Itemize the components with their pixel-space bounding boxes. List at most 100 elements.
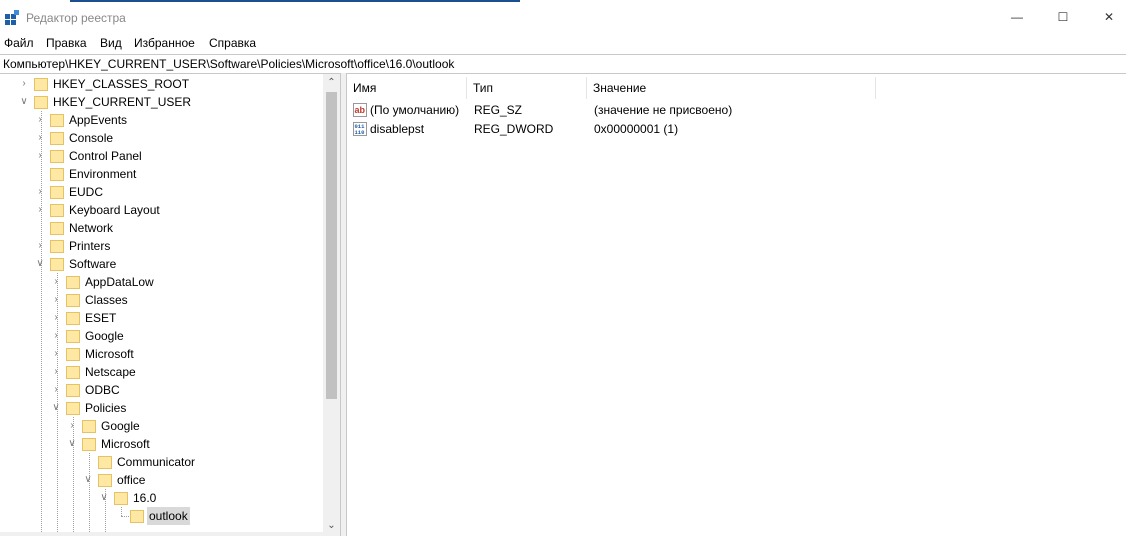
chevron-right-icon[interactable]: › (66, 417, 78, 435)
chevron-down-icon[interactable]: ∨ (34, 255, 46, 273)
tree-item[interactable]: Environment (0, 165, 322, 183)
title-bar[interactable]: Редактор реестра — ☐ ✕ (0, 3, 1128, 31)
tree-item-label[interactable]: Environment (67, 165, 138, 183)
tree-item-label[interactable]: outlook (147, 507, 190, 525)
chevron-right-icon[interactable]: › (34, 147, 46, 165)
tree-item-label[interactable]: Network (67, 219, 115, 237)
tree-item-label[interactable]: AppEvents (67, 111, 129, 129)
chevron-right-icon[interactable]: › (50, 273, 62, 291)
tree-item[interactable]: › Console (0, 129, 322, 147)
tree-item-label[interactable]: AppDataLow (83, 273, 156, 291)
tree-item-label[interactable]: office (115, 471, 147, 489)
menu-file[interactable]: Файл (4, 36, 34, 50)
chevron-right-icon[interactable]: › (50, 291, 62, 309)
chevron-right-icon[interactable]: › (18, 75, 30, 93)
tree-item-label[interactable]: Google (99, 417, 142, 435)
chevron-down-icon[interactable]: ∨ (18, 93, 30, 111)
tree-item[interactable]: › AppDataLow (0, 273, 322, 291)
maximize-icon: ☐ (1057, 10, 1069, 24)
close-button[interactable]: ✕ (1086, 3, 1128, 31)
value-data: 0x00000001 (1) (594, 122, 679, 136)
chevron-down-icon[interactable]: ∨ (66, 435, 78, 453)
tree-item-label[interactable]: EUDC (67, 183, 105, 201)
chevron-right-icon[interactable]: › (34, 237, 46, 255)
tree-item[interactable]: › Google (0, 417, 322, 435)
table-row[interactable]: 011 110 disablepst REG_DWORD 0x00000001 (1) (347, 120, 1128, 138)
chevron-right-icon[interactable]: › (50, 363, 62, 381)
tree-item[interactable]: › Keyboard Layout (0, 201, 322, 219)
scroll-up-icon[interactable]: ⌃ (323, 74, 340, 91)
tree-item-label[interactable]: HKEY_CLASSES_ROOT (51, 75, 191, 93)
tree-item[interactable]: › Google (0, 327, 322, 345)
tree-item[interactable]: › Netscape (0, 363, 322, 381)
table-row[interactable]: ab (По умолчанию) REG_SZ (значение не присв… (347, 101, 1128, 119)
tree-item-label[interactable]: Console (67, 129, 115, 147)
folder-icon (50, 113, 64, 127)
tree-item-label[interactable]: Keyboard Layout (67, 201, 162, 219)
tree-item[interactable]: › ESET (0, 309, 322, 327)
tree-item[interactable]: outlook (0, 507, 322, 525)
column-header-type[interactable]: Тип (467, 77, 587, 99)
chevron-right-icon[interactable]: › (34, 111, 46, 129)
chevron-right-icon[interactable]: › (50, 327, 62, 345)
menu-edit[interactable]: Правка (46, 36, 87, 50)
tree-item-label[interactable]: ESET (83, 309, 118, 327)
tree-item[interactable]: › Microsoft (0, 345, 322, 363)
tree-item[interactable]: ∨ 16.0 (0, 489, 322, 507)
tree-item-label[interactable]: 16.0 (131, 489, 158, 507)
chevron-down-icon[interactable]: ∨ (50, 399, 62, 417)
tree-item-label[interactable]: Google (83, 327, 126, 345)
scrollbar-thumb[interactable] (326, 92, 337, 399)
tree-item-label[interactable]: Policies (83, 399, 128, 417)
tree-item[interactable]: › AppEvents (0, 111, 322, 129)
folder-icon (130, 509, 144, 523)
chevron-right-icon[interactable]: › (50, 309, 62, 327)
tree-item[interactable]: › Classes (0, 291, 322, 309)
menu-view[interactable]: Вид (100, 36, 122, 50)
tree-item-label[interactable]: HKEY_CURRENT_USER (51, 93, 193, 111)
tree-item[interactable]: ∨ Software (0, 255, 322, 273)
tree-item-label[interactable]: Classes (83, 291, 130, 309)
chevron-right-icon[interactable]: › (50, 381, 62, 399)
tree-item[interactable]: ∨ Microsoft (0, 435, 322, 453)
minimize-button[interactable]: — (994, 3, 1040, 31)
chevron-right-icon[interactable]: › (34, 183, 46, 201)
tree-item-label[interactable]: Printers (67, 237, 112, 255)
tree-item-label[interactable]: Communicator (115, 453, 197, 471)
tree-item-label[interactable]: Microsoft (83, 345, 136, 363)
tree-item[interactable]: › EUDC (0, 183, 322, 201)
values-list[interactable]: Имя Тип Значение ab (По умолчанию) REG_SZ (… (347, 73, 1128, 536)
binary-value-icon: 011 110 (353, 122, 367, 136)
tree-item[interactable]: › Printers (0, 237, 322, 255)
horizontal-scrollbar[interactable] (0, 532, 340, 536)
maximize-button[interactable]: ☐ (1040, 3, 1086, 31)
tree-vertical-scrollbar[interactable]: ⌃ ⌄ (323, 74, 340, 534)
chevron-right-icon[interactable]: › (34, 201, 46, 219)
tree-item-label[interactable]: Control Panel (67, 147, 144, 165)
tree-item[interactable]: Communicator (0, 453, 322, 471)
tree-item-label[interactable]: Software (67, 255, 118, 273)
folder-icon (50, 185, 64, 199)
registry-tree[interactable]: › HKEY_CLASSES_ROOT ∨ HKEY_CURRENT_USER › App… (0, 73, 341, 536)
column-header-value[interactable]: Значение (587, 77, 876, 99)
menu-help[interactable]: Справка (209, 36, 256, 50)
tree-item[interactable]: Network (0, 219, 322, 237)
address-bar[interactable]: Компьютер\HKEY_CURRENT_USER\Software\Pol… (0, 54, 1126, 74)
address-path[interactable]: Компьютер\HKEY_CURRENT_USER\Software\Pol… (3, 57, 454, 71)
tree-item[interactable]: ∨ office (0, 471, 322, 489)
tree-item-label[interactable]: Microsoft (99, 435, 152, 453)
chevron-right-icon[interactable]: › (50, 345, 62, 363)
tree-item-label[interactable]: ODBC (83, 381, 122, 399)
value-name: (По умолчанию) (370, 103, 460, 117)
chevron-down-icon[interactable]: ∨ (98, 489, 110, 507)
tree-item[interactable]: › Control Panel (0, 147, 322, 165)
tree-item[interactable]: › ODBC (0, 381, 322, 399)
column-header-name[interactable]: Имя (347, 77, 467, 99)
tree-item[interactable]: ∨ HKEY_CURRENT_USER (0, 93, 322, 111)
tree-item-label[interactable]: Netscape (83, 363, 138, 381)
chevron-right-icon[interactable]: › (34, 129, 46, 147)
tree-item[interactable]: ∨ Policies (0, 399, 322, 417)
menu-favorites[interactable]: Избранное (134, 36, 195, 50)
tree-item[interactable]: › HKEY_CLASSES_ROOT (0, 75, 322, 93)
chevron-down-icon[interactable]: ∨ (82, 471, 94, 489)
